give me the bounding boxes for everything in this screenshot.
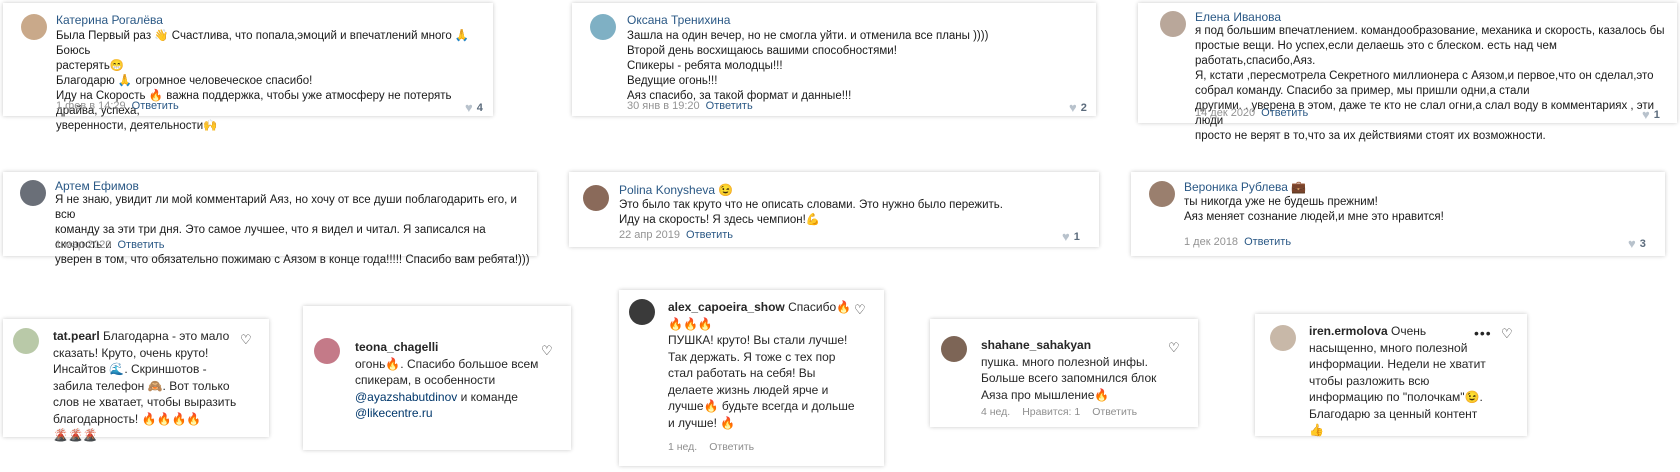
comment-meta: 4 нед. Нравится: 1 Ответить [981,406,1149,418]
comment-date: 14 дек 2020 [1195,107,1256,119]
comment-author[interactable]: Оксана Тренихина [627,13,730,27]
like-count[interactable]: ♥ 1 [1062,229,1080,244]
ig-comment-card: tat.pearl Благодарна - это мало сказать!… [3,319,269,442]
avatar[interactable] [1160,11,1186,37]
vk-comment-card: Polina Konysheva 😉 Это было так круто чт… [569,172,1099,247]
avatar[interactable] [13,328,39,354]
like-count[interactable]: ♥ 3 [1628,236,1646,251]
avatar[interactable] [1270,325,1296,351]
reply-link[interactable]: Ответить [1261,107,1308,119]
reply-link[interactable]: Ответить [686,229,733,241]
heart-icon[interactable]: ♡ [1168,340,1180,356]
comment-username[interactable]: tat.pearl [53,329,100,343]
vk-comment-card: Вероника Рублева 💼 ты никогда уже не буд… [1131,172,1665,256]
comment-text: Я не знаю, увидит ли мой комментарий Аяз… [55,194,530,266]
ig-comment-card: teona_chagelli огонь🔥. Спасибо большое в… [303,306,571,450]
comment-time: 4 нед. [981,406,1011,418]
heart-icon: ♥ [1062,229,1070,244]
more-icon[interactable]: ••• [1474,325,1492,341]
heart-icon[interactable]: ♡ [854,302,866,318]
like-count[interactable]: ♥ 1 [1642,107,1660,122]
avatar[interactable] [21,14,47,40]
likes-count[interactable]: Нравится: 1 [1022,406,1080,418]
avatar[interactable] [1149,181,1175,207]
vk-comment-card: Катерина Рогалёва Была Первый раз 👋 Счас… [3,3,493,132]
mention-link[interactable]: @likecentre.ru [355,406,433,420]
comment-date: 22 апр 2019 [619,229,681,241]
comment-meta: 30 янв в 19:20 Ответить [627,100,753,112]
comment-username[interactable]: teona_chagelli [355,340,438,354]
ig-comment-card: iren.ermolova Очень насыщенно, много пол… [1255,314,1527,437]
comment-username[interactable]: shahane_sahakyan [981,338,1091,352]
heart-icon: ♥ [1642,107,1650,122]
heart-icon: ♥ [1069,100,1077,115]
reply-link[interactable]: Ответить [706,100,753,112]
comment-text: Была Первый раз 👋 Счастлива, что попала,… [56,30,470,132]
comment-text: alex_capoeira_show Спасибо🔥 🔥🔥🔥 ПУШКА! к… [668,300,855,430]
comment-meta: 1 мар 2020 Ответить [55,239,165,251]
comment-author[interactable]: Вероника Рублева 💼 [1184,180,1306,194]
avatar[interactable] [20,180,46,206]
comment-date: 1 мар 2020 [55,239,112,251]
avatar[interactable] [314,338,340,364]
reply-link[interactable]: Ответить [709,441,754,453]
comment-meta: 1 фев в 14:29 Ответить [56,100,179,112]
comment-meta: 14 дек 2020 Ответить [1195,107,1308,119]
comment-meta: 22 апр 2019 Ответить [619,229,733,241]
comment-date: 1 дек 2018 [1184,236,1239,248]
comment-author[interactable]: Polina Konysheva 😉 [619,183,733,197]
comment-author[interactable]: Елена Иванова [1195,10,1281,24]
avatar[interactable] [583,185,609,211]
comment-text: я под большим впечатлением. командообраз… [1195,25,1665,142]
like-count[interactable]: ♥ 4 [465,100,483,115]
mention-link[interactable]: @ayazshabutdinov [355,390,457,404]
comment-meta: 1 нед. Ответить [668,441,766,453]
reply-link[interactable]: Ответить [1244,236,1291,248]
comment-author[interactable]: Катерина Рогалёва [56,13,163,27]
ig-comment-card: alex_capoeira_show Спасибо🔥 🔥🔥🔥 ПУШКА! к… [619,290,884,466]
comment-text: shahane_sahakyan пушка. много полезной и… [981,338,1157,402]
like-count[interactable]: ♥ 2 [1069,100,1087,115]
reply-link[interactable]: Ответить [118,239,165,251]
comment-text: Зашла на один вечер, но не смогла уйти. … [627,30,989,102]
comment-text: iren.ermolova Очень насыщенно, много пол… [1309,324,1486,437]
vk-comment-card: Оксана Тренихина Зашла на один вечер, но… [572,3,1096,116]
comment-username[interactable]: alex_capoeira_show [668,300,785,314]
comment-text: teona_chagelli огонь🔥. Спасибо большое в… [355,340,539,420]
comment-date: 30 янв в 19:20 [627,100,700,112]
avatar[interactable] [629,299,655,325]
comment-text: ты никогда уже не будешь прежним! Аяз ме… [1184,196,1444,223]
heart-icon[interactable]: ♡ [240,332,252,348]
vk-comment-card: Артем Ефимов Я не знаю, увидит ли мой ко… [3,172,537,266]
comment-text: tat.pearl Благодарна - это мало сказать!… [53,329,237,442]
reply-link[interactable]: Ответить [132,100,179,112]
heart-icon[interactable]: ♡ [541,343,553,359]
vk-comment-card: Елена Иванова я под большим впечатлением… [1138,3,1677,142]
reply-link[interactable]: Ответить [1092,406,1137,418]
heart-icon: ♥ [465,100,473,115]
comment-date: 1 фев в 14:29 [56,100,126,112]
comment-author[interactable]: Артем Ефимов [55,179,139,193]
avatar[interactable] [590,14,616,40]
comment-text: Это было так круто что не описать словам… [619,199,1003,226]
comment-meta: 1 дек 2018 Ответить [1184,236,1291,248]
avatar[interactable] [941,336,967,362]
comment-username[interactable]: iren.ermolova [1309,324,1388,338]
comment-time: 1 нед. [668,441,698,453]
heart-icon: ♥ [1628,236,1636,251]
heart-icon[interactable]: ♡ [1501,326,1513,342]
ig-comment-card: shahane_sahakyan пушка. много полезной и… [930,319,1198,427]
